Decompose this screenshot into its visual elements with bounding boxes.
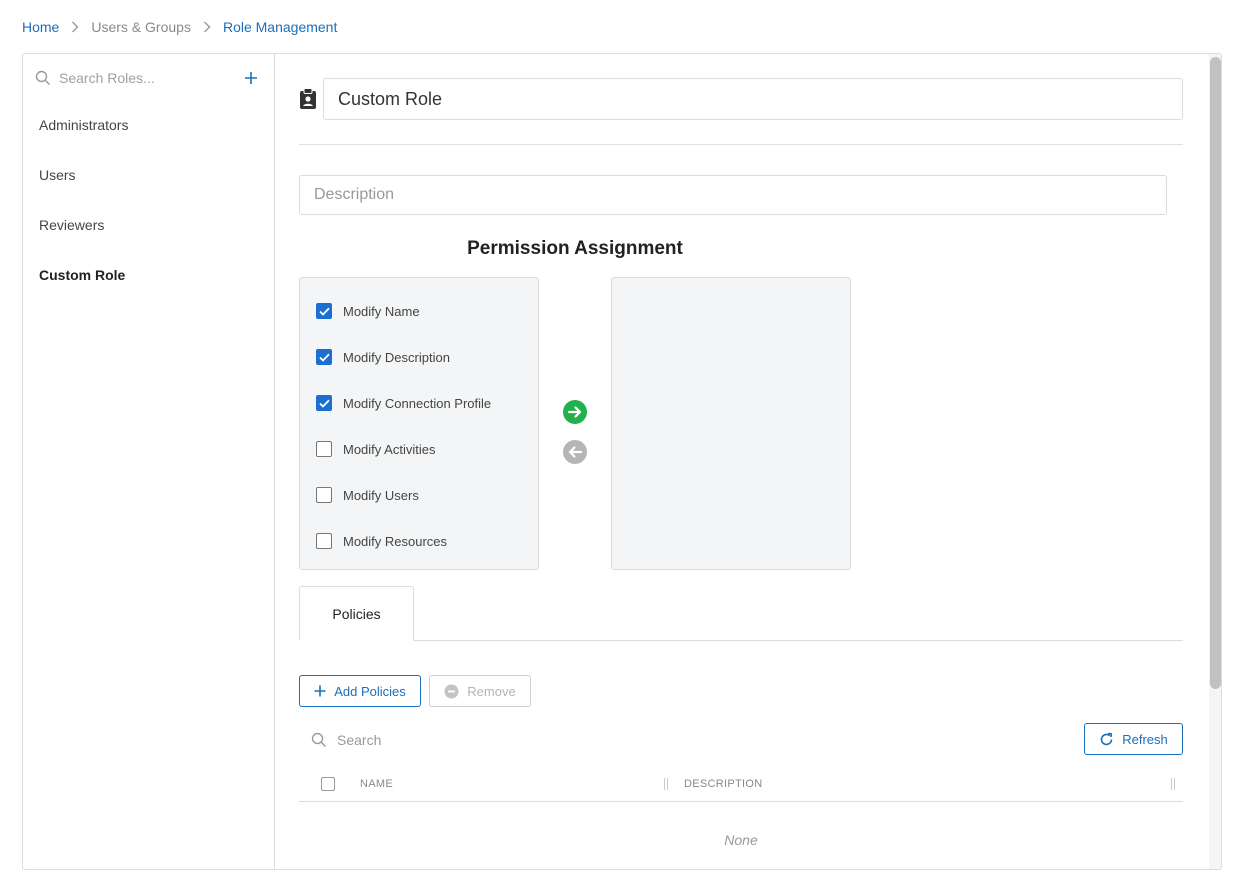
role-name-input[interactable] <box>323 78 1183 120</box>
divider <box>299 144 1183 145</box>
check-icon <box>318 353 330 362</box>
breadcrumb: Home Users & Groups Role Management <box>22 17 337 37</box>
permission-item[interactable]: Modify Connection Profile <box>300 380 538 426</box>
roles-sidebar: Administrators Users Reviewers Custom Ro… <box>23 54 275 869</box>
tab-bar: Policies <box>299 586 1183 641</box>
role-search-input[interactable] <box>57 69 227 87</box>
policies-table-header: NAME DESCRIPTION <box>299 769 1183 802</box>
move-right-button[interactable] <box>562 399 588 425</box>
refresh-label: Refresh <box>1122 731 1168 747</box>
role-item-reviewers[interactable]: Reviewers <box>23 200 274 250</box>
arrow-right-circle-icon <box>563 400 587 424</box>
column-header-name[interactable]: NAME <box>360 778 393 790</box>
remove-label: Remove <box>467 683 516 699</box>
checkbox-checked[interactable] <box>316 303 332 319</box>
search-icon <box>311 732 327 748</box>
empty-table-text: None <box>724 832 758 848</box>
role-list: Administrators Users Reviewers Custom Ro… <box>23 100 274 300</box>
search-icon <box>35 70 51 86</box>
add-policies-button[interactable]: Add Policies <box>299 675 421 707</box>
permission-label: Modify Resources <box>343 533 448 549</box>
check-icon <box>318 307 330 316</box>
role-item-administrators[interactable]: Administrators <box>23 100 274 150</box>
role-item-users[interactable]: Users <box>23 150 274 200</box>
select-all-checkbox[interactable] <box>321 777 335 791</box>
breadcrumb-role-management[interactable]: Role Management <box>223 19 337 35</box>
check-icon <box>318 399 330 408</box>
role-detail: Permission Assignment Modify Name Modify… <box>299 54 1183 869</box>
vertical-scrollbar[interactable] <box>1209 54 1221 869</box>
plus-icon <box>314 685 326 697</box>
column-resize-handle[interactable] <box>664 778 668 790</box>
checkbox-unchecked[interactable] <box>316 533 332 549</box>
minus-circle-icon <box>444 684 459 699</box>
available-permissions-list: Modify Name Modify Description Modify Co… <box>299 277 539 570</box>
role-search <box>35 66 263 90</box>
role-management-panel: Administrators Users Reviewers Custom Ro… <box>22 53 1222 870</box>
permission-label: Modify Name <box>343 303 420 319</box>
checkbox-checked[interactable] <box>316 395 332 411</box>
policy-search <box>311 729 535 751</box>
arrow-left-circle-icon <box>563 440 587 464</box>
permission-item[interactable]: Modify Resources <box>300 518 538 564</box>
role-item-custom-role[interactable]: Custom Role <box>23 250 274 300</box>
clipboard-badge-icon <box>299 88 317 110</box>
permission-item[interactable]: Modify Users <box>300 472 538 518</box>
add-role-button[interactable] <box>241 68 261 88</box>
description-input[interactable] <box>299 175 1167 215</box>
refresh-button[interactable]: Refresh <box>1084 723 1183 755</box>
scrollbar-thumb[interactable] <box>1210 57 1221 689</box>
add-policies-label: Add Policies <box>334 683 406 699</box>
permission-label: Modify Users <box>343 487 419 503</box>
permission-label: Modify Activities <box>343 441 436 457</box>
permission-label: Modify Connection Profile <box>343 395 492 411</box>
role-title-row <box>299 78 1183 120</box>
permission-item[interactable]: Modify Description <box>300 334 538 380</box>
chevron-right-icon <box>203 21 211 33</box>
permission-assignment-title: Permission Assignment <box>467 238 683 259</box>
breadcrumb-users-groups[interactable]: Users & Groups <box>91 19 191 35</box>
assigned-permissions-list <box>611 277 851 570</box>
breadcrumb-home[interactable]: Home <box>22 19 59 35</box>
permission-item[interactable]: Modify Activities <box>300 426 538 472</box>
remove-button[interactable]: Remove <box>429 675 531 707</box>
checkbox-unchecked[interactable] <box>316 487 332 503</box>
tab-policies[interactable]: Policies <box>299 586 414 641</box>
column-header-description[interactable]: DESCRIPTION <box>684 778 762 790</box>
move-left-button[interactable] <box>562 439 588 465</box>
refresh-icon <box>1099 732 1114 747</box>
plus-icon <box>245 72 257 84</box>
column-resize-handle[interactable] <box>1171 778 1175 790</box>
permission-item[interactable]: Modify Name <box>300 288 538 334</box>
checkbox-unchecked[interactable] <box>316 441 332 457</box>
permission-label: Modify Description <box>343 349 450 365</box>
policy-search-input[interactable] <box>335 731 535 749</box>
checkbox-checked[interactable] <box>316 349 332 365</box>
chevron-right-icon <box>71 21 79 33</box>
